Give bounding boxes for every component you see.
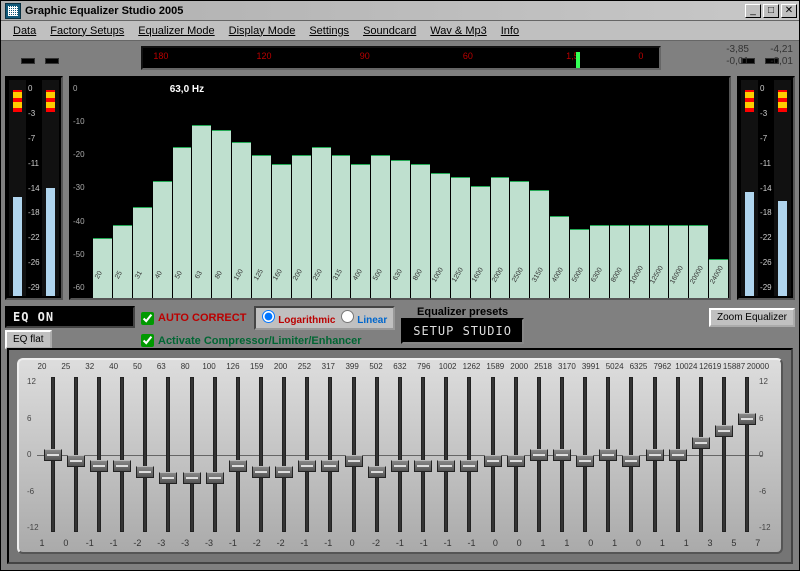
phase-meter: 180 120 90 60 1,5 0	[141, 46, 661, 70]
phase-tick: 120	[257, 51, 272, 61]
menu-equalizer-mode[interactable]: Equalizer Mode	[132, 23, 220, 39]
scale-log-radio[interactable]: Logarithmic	[262, 310, 335, 326]
titlebar[interactable]: Graphic Equalizer Studio 2005 _ □ ✕	[1, 1, 799, 21]
eq-slider[interactable]	[110, 373, 133, 536]
eq-sliders	[41, 373, 759, 536]
clip-indicator-l2	[45, 58, 59, 64]
app-window: Graphic Equalizer Studio 2005 _ □ ✕ Data…	[0, 0, 800, 571]
eq-slider[interactable]	[134, 373, 157, 536]
eq-slider[interactable]	[273, 373, 296, 536]
eq-slider[interactable]	[550, 373, 573, 536]
eq-slider[interactable]	[481, 373, 504, 536]
minimize-button[interactable]: _	[745, 4, 761, 18]
eq-slider[interactable]	[249, 373, 272, 536]
preset-section: Equalizer presets SETUP STUDIO	[401, 306, 524, 344]
eq-slider[interactable]	[412, 373, 435, 536]
eq-slider[interactable]	[435, 373, 458, 536]
window-title: Graphic Equalizer Studio 2005	[25, 5, 183, 17]
eq-slider[interactable]	[87, 373, 110, 536]
eq-slider[interactable]	[458, 373, 481, 536]
eq-slider[interactable]	[736, 373, 759, 536]
activate-comp-checkbox[interactable]: Activate Compressor/Limiter/Enhancer	[141, 334, 395, 347]
maximize-button[interactable]: □	[763, 4, 779, 18]
phase-tick: 0	[638, 51, 643, 61]
eq-slider[interactable]	[157, 373, 180, 536]
eq-slider[interactable]	[180, 373, 203, 536]
menu-soundcard[interactable]: Soundcard	[357, 23, 422, 39]
zoom-equalizer-button[interactable]: Zoom Equalizer	[709, 308, 795, 327]
preset-display[interactable]: SETUP STUDIO	[401, 318, 524, 344]
menu-display-mode[interactable]: Display Mode	[223, 23, 302, 39]
eq-slider[interactable]	[296, 373, 319, 536]
eq-slider[interactable]	[620, 373, 643, 536]
eq-slider[interactable]	[643, 373, 666, 536]
eq-slider[interactable]	[64, 373, 87, 536]
eq-slider[interactable]	[597, 373, 620, 536]
eq-slider[interactable]	[713, 373, 736, 536]
eq-slider-bank: 2025324050638010012615920025231739950263…	[7, 348, 793, 564]
eq-slider[interactable]	[319, 373, 342, 536]
menu-data[interactable]: Data	[7, 23, 42, 39]
eq-gain-scale-left: 1260-6-12	[27, 373, 41, 536]
clip-indicator-l	[21, 58, 35, 64]
vu-meter-left: 0-3-7-11-14-18-22-26-29	[5, 76, 63, 300]
eq-slider[interactable]	[689, 373, 712, 536]
eq-state-display[interactable]: EQ ON	[5, 306, 135, 328]
app-icon	[5, 3, 21, 19]
eq-slider[interactable]	[226, 373, 249, 536]
eq-slider[interactable]	[203, 373, 226, 536]
phase-tick: 90	[360, 51, 370, 61]
auto-correct-checkbox[interactable]: AUTO CORRECT	[141, 312, 246, 325]
spectrum-xaxis: 2025314050638010012516020025031540050063…	[91, 282, 729, 300]
scale-linear-radio[interactable]: Linear	[341, 310, 387, 326]
eq-slider[interactable]	[666, 373, 689, 536]
eq-freq-row: 2025324050638010012615920025231739950263…	[19, 360, 781, 373]
eq-slider[interactable]	[527, 373, 550, 536]
spectrum-readout: 63,0 Hz	[170, 84, 204, 95]
eq-slider[interactable]	[342, 373, 365, 536]
phase-marker	[576, 52, 580, 68]
db-readout-r: -4,21-0,01	[753, 44, 793, 72]
spectrum-yaxis: 0-10-20-30-40-50-60	[71, 78, 93, 298]
eq-slider[interactable]	[365, 373, 388, 536]
menubar: Data Factory Setups Equalizer Mode Displ…	[1, 21, 799, 41]
spectrum-bars	[93, 78, 729, 298]
eq-slider[interactable]	[574, 373, 597, 536]
menu-wav-mp3[interactable]: Wav & Mp3	[424, 23, 492, 39]
eq-gain-scale-right: 1260-6-12	[759, 373, 773, 536]
eq-flat-button[interactable]: EQ flat	[5, 330, 52, 349]
menu-info[interactable]: Info	[495, 23, 525, 39]
menu-factory-setups[interactable]: Factory Setups	[44, 23, 130, 39]
vu-meter-right: 0-3-7-11-14-18-22-26-29	[737, 76, 795, 300]
phase-tick: 180	[153, 51, 168, 61]
eq-value-row: 10-1-1-2-3-3-3-1-2-2-1-10-2-1-1-1-100110…	[19, 536, 781, 552]
eq-slider[interactable]	[41, 373, 64, 536]
db-readout-l: -3,85-0,01	[709, 44, 749, 72]
phase-tick: 60	[463, 51, 473, 61]
presets-label: Equalizer presets	[401, 306, 524, 318]
eq-slider[interactable]	[388, 373, 411, 536]
menu-settings[interactable]: Settings	[303, 23, 355, 39]
close-button[interactable]: ✕	[781, 4, 797, 18]
eq-slider[interactable]	[504, 373, 527, 536]
scale-mode-group: Logarithmic Linear	[254, 306, 395, 330]
